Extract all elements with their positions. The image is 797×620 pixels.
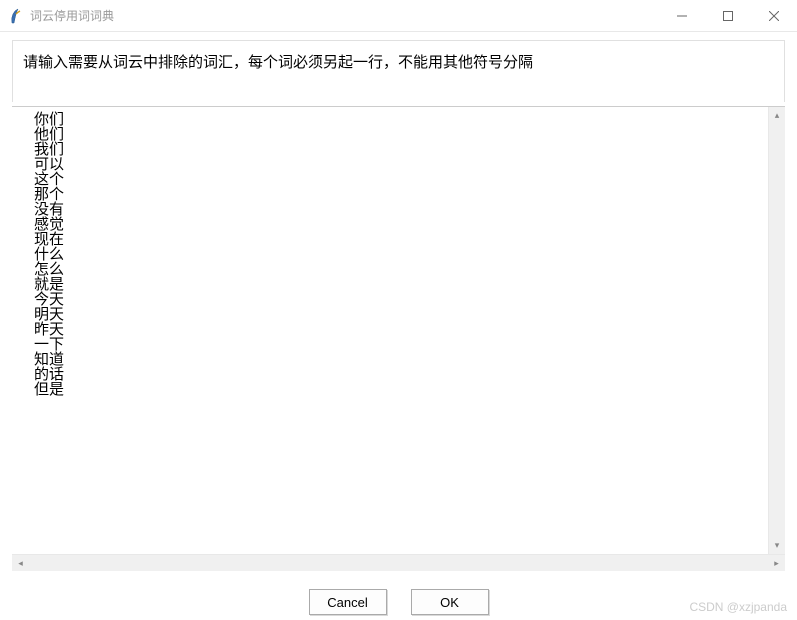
close-button[interactable]	[751, 0, 797, 31]
scroll-track[interactable]	[769, 124, 785, 537]
content-area: ▴ ▾	[12, 106, 785, 554]
watermark: CSDN @xzjpanda	[689, 600, 787, 614]
horizontal-scrollbar[interactable]: ◂ ▸	[12, 554, 785, 571]
vertical-scrollbar[interactable]: ▴ ▾	[768, 107, 785, 554]
scroll-right-icon[interactable]: ▸	[768, 555, 785, 571]
cancel-button[interactable]: Cancel	[309, 589, 387, 615]
scroll-down-icon[interactable]: ▾	[769, 537, 785, 554]
window-title: 词云停用词词典	[30, 7, 659, 24]
minimize-button[interactable]	[659, 0, 705, 31]
dialog-buttons: Cancel OK	[0, 589, 797, 615]
window-controls	[659, 0, 797, 31]
ok-button[interactable]: OK	[411, 589, 489, 615]
titlebar: 词云停用词词典	[0, 0, 797, 32]
maximize-button[interactable]	[705, 0, 751, 31]
scroll-up-icon[interactable]: ▴	[769, 107, 785, 124]
scroll-track[interactable]	[29, 555, 768, 571]
instruction-text: 请输入需要从词云中排除的词汇，每个词必须另起一行，不能用其他符号分隔	[12, 40, 785, 102]
scroll-left-icon[interactable]: ◂	[12, 555, 29, 571]
app-icon	[8, 8, 24, 24]
stopwords-textarea[interactable]	[12, 107, 768, 554]
